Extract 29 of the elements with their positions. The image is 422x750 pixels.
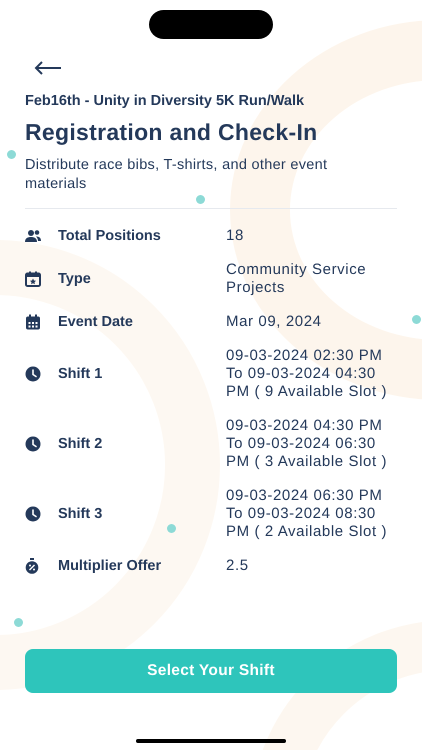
decor-dot [14,618,23,627]
detail-label: Multiplier Offer [58,558,162,574]
detail-label: Shift 3 [58,506,102,522]
decor-dot [196,195,205,204]
detail-value: 09-03-2024 06:30 PM To 09-03-2024 08:30 PM ( 2 Available Slot ) [226,487,388,541]
detail-label: Total Positions [58,228,161,244]
detail-value: Community Service Projects [226,261,368,297]
clock-icon [25,366,41,382]
event-subtitle: Feb16th - Unity in Diversity 5K Run/Walk [25,93,306,109]
detail-value: 09-03-2024 04:30 PM To 09-03-2024 06:30 PM ( 3 Available Slot ) [226,417,388,471]
back-arrow-icon[interactable] [34,61,62,75]
calendar-icon [25,314,41,330]
clock-icon [25,436,41,452]
decor-dot [412,315,421,324]
clock-icon [25,506,41,522]
detail-value: 18 [226,227,245,245]
detail-value: Mar 09, 2024 [226,313,323,331]
detail-label: Shift 1 [58,366,102,382]
decor-dot [7,150,16,159]
detail-label: Event Date [58,314,133,330]
event-description: Distribute race bibs, T-shirts, and other event materials [25,156,328,194]
detail-value: 2.5 [226,557,250,575]
detail-label: Shift 2 [58,436,102,452]
people-icon [25,229,41,243]
page-title: Registration and Check-In [25,119,318,146]
detail-label: Type [58,271,91,287]
detail-value: 09-03-2024 02:30 PM To 09-03-2024 04:30 PM ( 9 Available Slot ) [226,347,388,401]
stopwatch-icon [25,558,39,574]
select-shift-button[interactable]: Select Your Shift [25,649,397,693]
